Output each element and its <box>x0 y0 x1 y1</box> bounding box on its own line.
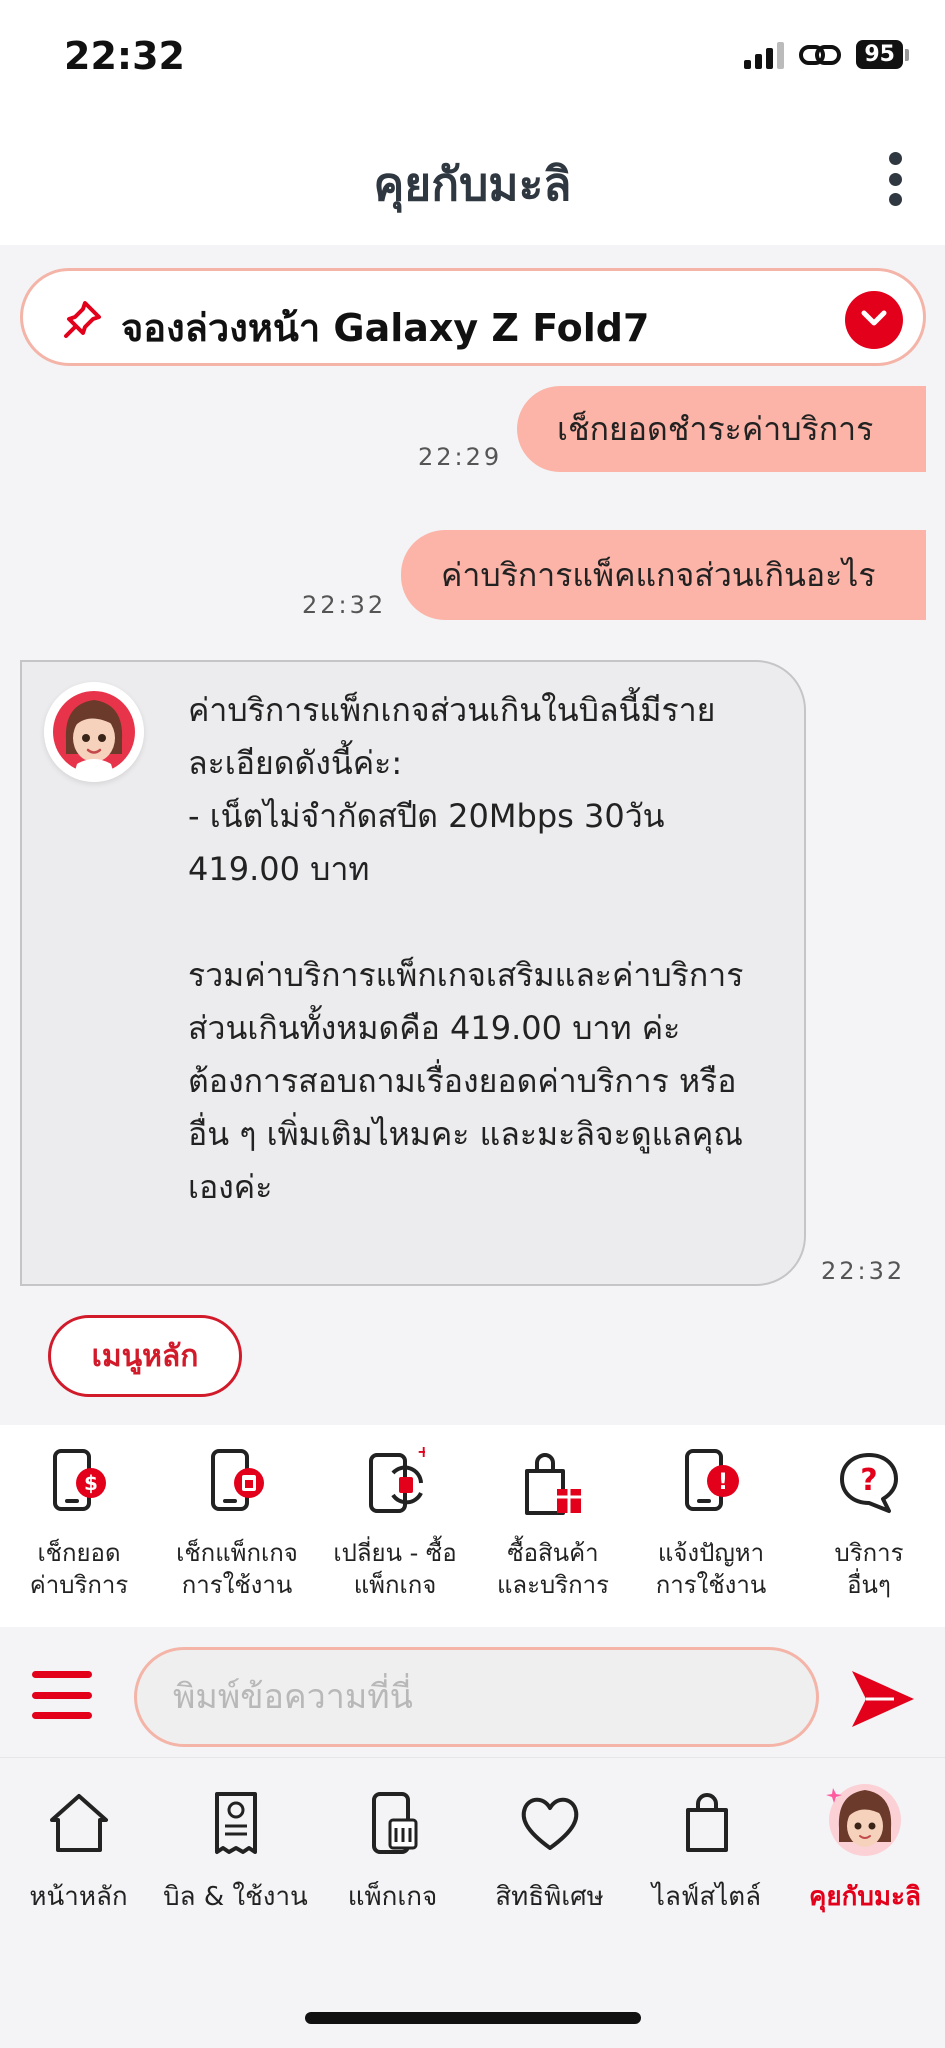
chevron-down-icon <box>861 310 887 326</box>
phone-bill-icon: $ <box>53 1449 106 1511</box>
home-icon <box>50 1794 108 1852</box>
battery-icon: 95 <box>856 40 909 69</box>
phone-swap-icon: + <box>369 1447 425 1513</box>
quick-menu-report-issue[interactable]: ! แจ้งปัญหา การใช้งาน <box>632 1425 790 1627</box>
nav-bills[interactable]: บิล & ใช้งาน <box>157 1780 314 1920</box>
mali-avatar <box>44 682 144 782</box>
message-input[interactable] <box>134 1647 819 1747</box>
svg-text:+: + <box>417 1447 425 1461</box>
quick-menu-other-services[interactable]: ? บริการ อื่นๆ <box>790 1425 945 1627</box>
status-bar: 22:32 95 <box>0 0 945 110</box>
shopping-bag-icon <box>686 1793 728 1852</box>
nav-home[interactable]: หน้าหลัก <box>0 1780 157 1920</box>
nav-privileges[interactable]: สิทธิพิเศษ <box>471 1780 628 1920</box>
bottom-navigation: หน้าหลัก บิล & ใช้งาน แพ็กเกจ สิทธิพิเศษ <box>0 1757 945 2048</box>
quick-menu-check-package[interactable]: เช็กแพ็กเกจ การใช้งาน <box>158 1425 316 1627</box>
pinned-text: จองล่วงหน้า Galaxy Z Fold7 <box>121 306 650 350</box>
quick-menu-label: บริการ อื่นๆ <box>834 1539 904 1599</box>
question-bubble-icon: ? <box>840 1453 898 1513</box>
cellular-signal-icon <box>744 41 785 69</box>
nav-chat-mali[interactable]: คุยกับมะลิ <box>785 1780 945 1920</box>
quick-menu-label: ซื้อสินค้า และบริการ <box>496 1539 610 1599</box>
quick-menu-check-bill[interactable]: $ เช็กยอด ค่าบริการ <box>0 1425 158 1627</box>
svg-text:!: ! <box>718 1470 728 1495</box>
svg-text:$: $ <box>84 1471 98 1495</box>
more-options-icon[interactable] <box>885 152 905 206</box>
quick-menu-label: เช็กแพ็กเกจ การใช้งาน <box>176 1539 298 1599</box>
phone-alert-icon: ! <box>685 1449 739 1511</box>
send-icon[interactable] <box>848 1667 918 1731</box>
status-time: 22:32 <box>64 34 185 78</box>
user-message: ค่าบริการแพ็คแกจส่วนเกินอะไร <box>401 530 926 620</box>
user-message-text: เช็กยอดชำระค่าบริการ <box>557 409 874 448</box>
quick-menu-label: แจ้งปัญหา การใช้งาน <box>655 1539 767 1599</box>
nav-label: ไลฟ์สไตล์ <box>651 1882 762 1912</box>
bot-message-text: ค่าบริการแพ็กเกจส่วนเกินในบิลนี้มีรายละเ… <box>188 691 744 1206</box>
nav-lifestyle[interactable]: ไลฟ์สไตล์ <box>628 1780 785 1920</box>
expand-pinned-button[interactable] <box>845 291 903 349</box>
battery-level: 95 <box>856 40 903 69</box>
quick-menu-label: เปลี่ยน - ซื้อ แพ็กเกจ <box>333 1539 457 1599</box>
nav-label: แพ็กเกจ <box>347 1882 438 1912</box>
menu-icon[interactable] <box>32 1671 92 1719</box>
mali-avatar-icon <box>826 1784 901 1856</box>
home-indicator <box>305 2012 641 2024</box>
pin-icon <box>64 301 101 338</box>
phone-sim-icon <box>211 1449 264 1511</box>
shopping-gift-icon <box>525 1453 581 1515</box>
main-menu-button[interactable]: เมนูหลัก <box>48 1315 242 1397</box>
quick-menu-change-package[interactable]: + เปลี่ยน - ซื้อ แพ็กเกจ <box>316 1425 474 1627</box>
quick-menu-label: เช็กยอด ค่าบริการ <box>29 1539 129 1599</box>
page-title: คุยกับมะลิ <box>373 157 572 211</box>
nav-packages[interactable]: แพ็กเกจ <box>314 1780 471 1920</box>
nav-label: หน้าหลัก <box>29 1882 128 1912</box>
heart-icon <box>521 1797 579 1850</box>
status-icons: 95 <box>744 40 909 69</box>
bot-message: ค่าบริการแพ็กเกจส่วนเกินในบิลนี้มีรายละเ… <box>20 660 806 1286</box>
package-phone-icon <box>372 1792 418 1854</box>
user-message: เช็กยอดชำระค่าบริการ <box>517 386 926 472</box>
personal-hotspot-icon <box>799 44 842 65</box>
nav-label: คุยกับมะลิ <box>809 1882 921 1912</box>
user-message-text: ค่าบริการแพ็คแกจส่วนเกินอะไร <box>441 555 876 594</box>
message-time: 22:32 <box>302 591 387 619</box>
chat-header: คุยกับมะลิ <box>0 110 945 245</box>
nav-label: สิทธิพิเศษ <box>495 1882 604 1912</box>
message-time: 22:29 <box>418 443 503 471</box>
message-time: 22:32 <box>821 1257 906 1285</box>
bill-icon <box>215 1792 257 1854</box>
nav-label: บิล & ใช้งาน <box>163 1882 308 1912</box>
pinned-announcement[interactable]: จองล่วงหน้า Galaxy Z Fold7 <box>20 268 926 366</box>
quick-menu-buy-products[interactable]: ซื้อสินค้า และบริการ <box>474 1425 632 1627</box>
message-composer <box>0 1627 945 1757</box>
quick-menu: $ เช็กยอด ค่าบริการ เช็กแพ็กเกจ การใช้งา… <box>0 1425 945 1627</box>
svg-text:?: ? <box>860 1463 877 1498</box>
